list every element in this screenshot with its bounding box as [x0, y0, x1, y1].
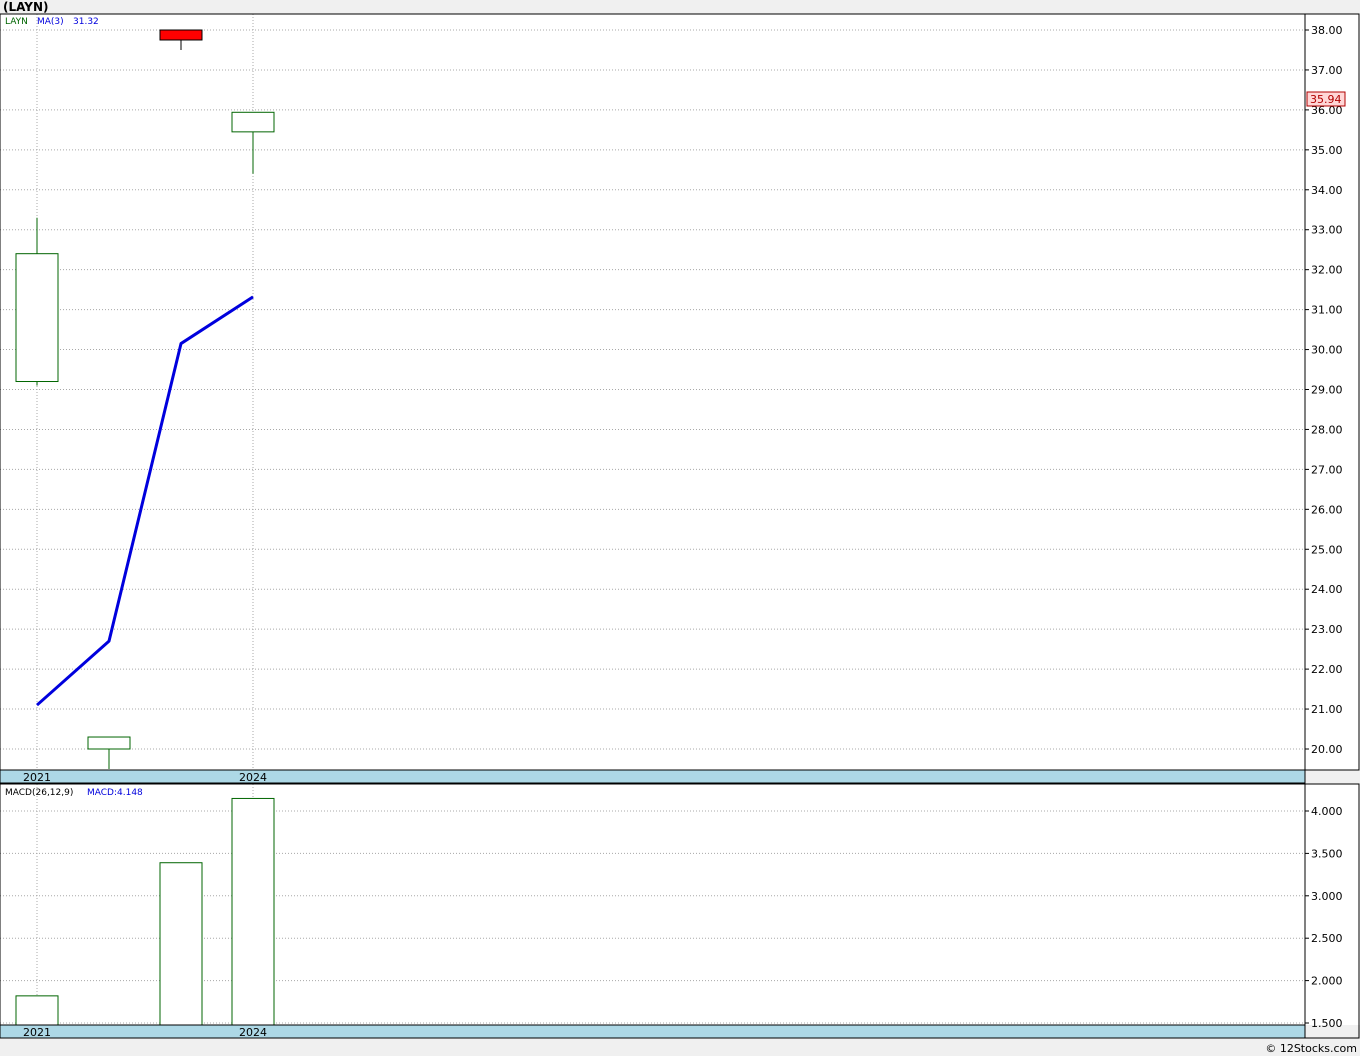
macd-legend-label: MACD(26,12,9) [5, 788, 73, 798]
price-tick-label: 35.00 [1311, 144, 1343, 157]
chart-title: (LAYN) [3, 0, 49, 14]
copyright: © 12Stocks.com [1265, 1042, 1357, 1055]
legend-ma-value: 31.32 [73, 17, 99, 27]
macd-time-axis [0, 1024, 1306, 1039]
legend-symbol: LAYN [5, 17, 28, 27]
price-year-label: 2021 [23, 771, 51, 784]
macd-tick-label: 4.000 [1311, 805, 1343, 818]
last-price-badge: 35.94 [1306, 91, 1346, 107]
macd-tick-label: 1.500 [1311, 1017, 1343, 1030]
price-year-label: 2024 [239, 771, 267, 784]
macd-legend-value: MACD:4.148 [87, 788, 143, 798]
candle-body [87, 736, 131, 750]
price-tick-label: 23.00 [1311, 623, 1343, 636]
macd-bar [15, 995, 59, 1026]
macd-year-label: 2024 [239, 1026, 267, 1039]
price-tick-label: 21.00 [1311, 703, 1343, 716]
last-price-value: 35.94 [1310, 93, 1342, 106]
macd-year-label: 2021 [23, 1026, 51, 1039]
price-tick-label: 25.00 [1311, 543, 1343, 556]
price-tick-label: 33.00 [1311, 224, 1343, 237]
price-tick-label: 34.00 [1311, 184, 1343, 197]
macd-panel [0, 784, 1360, 1025]
price-tick-label: 38.00 [1311, 24, 1343, 37]
candle-body [231, 111, 275, 133]
price-tick-label: 27.00 [1311, 463, 1343, 476]
macd-tick-label: 3.500 [1311, 847, 1343, 860]
price-tick-label: 37.00 [1311, 64, 1343, 77]
price-tick-label: 22.00 [1311, 663, 1343, 676]
macd-bar [231, 797, 275, 1026]
price-tick-label: 20.00 [1311, 743, 1343, 756]
candle-body [159, 29, 203, 41]
price-tick-label: 31.00 [1311, 304, 1343, 317]
macd-tick-label: 3.000 [1311, 890, 1343, 903]
macd-tick-label: 2.500 [1311, 932, 1343, 945]
price-tick-label: 28.00 [1311, 423, 1343, 436]
macd-bar [159, 862, 203, 1026]
price-time-axis [0, 769, 1306, 784]
stock-chart: (LAYN) 20.00 21.00 22.00 23.00 24.00 25.00 26.… [0, 0, 1360, 1055]
price-tick-label: 26.00 [1311, 503, 1343, 516]
legend-ma-label: MA(3) [37, 17, 64, 27]
price-tick-label: 32.00 [1311, 264, 1343, 277]
price-panel [0, 14, 1360, 770]
macd-tick-label: 2.000 [1311, 975, 1343, 988]
price-tick-label: 30.00 [1311, 344, 1343, 357]
price-tick-label: 24.00 [1311, 583, 1343, 596]
candle-body [15, 253, 59, 383]
price-tick-label: 29.00 [1311, 384, 1343, 397]
